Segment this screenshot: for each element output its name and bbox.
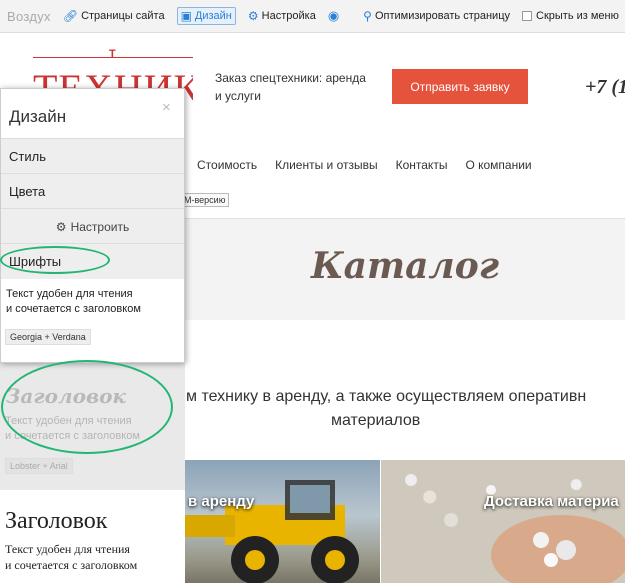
panel-item-style[interactable]: Стиль: [1, 138, 184, 174]
hide-from-menu-checkbox[interactable]: [522, 11, 532, 21]
rent-tile[interactable]: в аренду: [185, 460, 380, 583]
font-sample-text: Текст удобен для чтения и сочетается с з…: [5, 541, 137, 573]
rent-tile-caption: в аренду: [188, 493, 255, 510]
annotation-ellipse: [0, 246, 110, 274]
delivery-tile-caption: Доставка материа: [484, 493, 619, 510]
pages-button[interactable]: 🔗︎ Страницы сайта: [63, 9, 165, 23]
nav-item-clients[interactable]: Клиенты и отзывы: [275, 158, 378, 172]
font-description: Текст удобен для чтения и сочетается с з…: [6, 287, 141, 317]
nav-item-price[interactable]: Стоимость: [197, 158, 257, 172]
intro-line-1: м технику в аренду, а также осуществляем…: [186, 388, 587, 405]
hide-from-menu-label: Скрыть из меню: [536, 10, 619, 22]
pages-label: Страницы сайта: [81, 10, 165, 22]
header-tagline: Заказ спецтехники: аренда и услуги: [215, 71, 366, 103]
panel-item-configure[interactable]: ⚙ Настроить: [1, 208, 184, 244]
loader-image: [185, 480, 359, 583]
nav-item-contacts[interactable]: Контакты: [396, 158, 448, 172]
toolbar-logo[interactable]: Воздух: [7, 9, 51, 24]
panel-title: Дизайн: [9, 107, 67, 126]
intro-line-2: материалов: [331, 412, 421, 429]
mobile-version-button[interactable]: М-версию: [180, 193, 230, 207]
delivery-tile[interactable]: Доставка материа: [381, 460, 625, 583]
hide-from-menu-toggle[interactable]: Скрыть из меню: [522, 10, 619, 22]
font-sample-heading: Заголовок: [5, 508, 108, 534]
font-desc-line1: Текст удобен для чтения: [6, 288, 133, 300]
admin-toolbar: Воздух 🔗︎ Страницы сайта ▣ Дизайн ⚙ Наст…: [0, 0, 625, 33]
settings-button[interactable]: ⚙ Настройка: [248, 9, 316, 23]
design-panel: Дизайн × Стиль Цвета ⚙ Настроить Шрифты …: [0, 88, 185, 363]
main-nav: Стоимость Клиенты и отзывы Контакты О ко…: [197, 158, 550, 172]
link-icon: 🔗︎: [62, 9, 79, 23]
font-pair-chip: Lobster + Arial: [5, 458, 73, 474]
phone-number: +7 (12: [585, 76, 625, 98]
font-pair-chip[interactable]: Georgia + Verdana: [5, 329, 91, 345]
font-sample-text-line2: и сочетается с заголовком: [5, 558, 138, 572]
logo-mark: Т: [109, 48, 116, 60]
image-icon: ▣: [180, 9, 192, 23]
panel-item-colors[interactable]: Цвета: [1, 173, 184, 209]
gear-icon: ⚙: [55, 219, 67, 234]
page-title: Каталог: [310, 245, 500, 287]
font-sample-text-line1: Текст удобен для чтения: [5, 542, 130, 556]
settings-label: Настройка: [261, 10, 316, 22]
optimize-label: Оптимизировать страницу: [374, 10, 510, 22]
design-button[interactable]: ▣ Дизайн: [176, 7, 236, 25]
send-request-button[interactable]: Отправить заявку: [392, 69, 528, 104]
eye-icon[interactable]: ◉: [328, 8, 339, 24]
gear-icon: ⚙: [247, 9, 259, 23]
search-icon: ⚲: [363, 9, 372, 23]
close-icon[interactable]: ×: [162, 99, 171, 116]
optimize-button[interactable]: ⚲ Оптимизировать страницу: [363, 9, 510, 23]
annotation-ellipse: [1, 360, 173, 454]
design-label: Дизайн: [194, 10, 232, 22]
intro-text: м технику в аренду, а также осуществляем…: [186, 385, 625, 433]
font-desc-line2: и сочетается с заголовком: [6, 303, 141, 315]
nav-item-about[interactable]: О компании: [465, 158, 531, 172]
gravel-image: [405, 474, 625, 583]
configure-label: Настроить: [70, 219, 130, 234]
